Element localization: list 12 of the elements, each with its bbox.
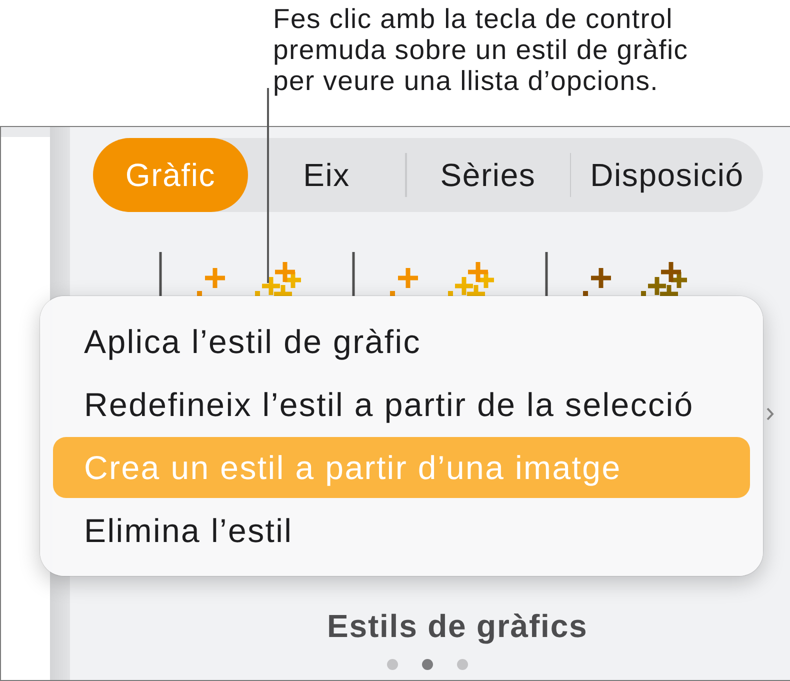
page-dot[interactable] bbox=[387, 659, 398, 670]
menu-item[interactable]: Redefineix l’estil a partir de la selecció bbox=[53, 374, 750, 435]
menu-item[interactable]: Elimina l’estil bbox=[53, 500, 750, 561]
menu-item[interactable]: Aplica l’estil de gràfic bbox=[53, 311, 750, 372]
tab[interactable]: Disposició bbox=[571, 138, 763, 212]
page-dot[interactable] bbox=[457, 659, 468, 670]
section-title: Estils de gràfics bbox=[327, 608, 588, 644]
tab[interactable]: Sèries bbox=[406, 138, 570, 212]
callout-text: Fes clic amb la tecla de control premuda sobre un estil de gràfic per veure una llista d’opcions. bbox=[273, 3, 690, 96]
page-dot[interactable] bbox=[422, 659, 433, 670]
tab[interactable]: Eix bbox=[248, 138, 405, 212]
chevron-right-icon[interactable] bbox=[766, 407, 774, 421]
